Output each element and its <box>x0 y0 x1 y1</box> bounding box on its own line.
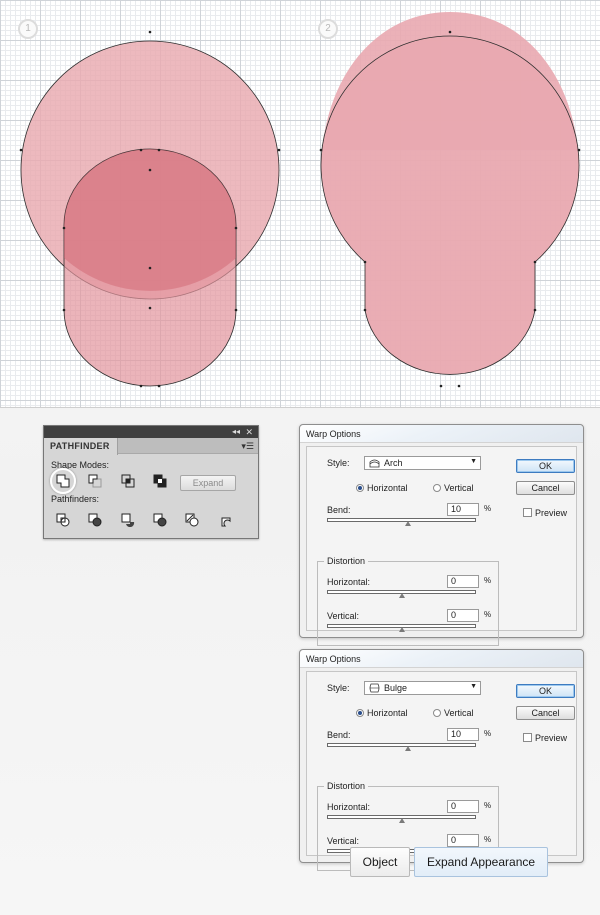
vertical-radio-label: Vertical <box>444 708 474 718</box>
distortion-horizontal-thumb[interactable] <box>399 818 405 823</box>
bend-unit: % <box>484 729 492 738</box>
bend-slider-thumb[interactable] <box>405 746 411 751</box>
united-shape <box>320 35 580 375</box>
bend-input[interactable]: 10 <box>447 728 479 741</box>
distortion-horizontal-input[interactable]: 0 <box>447 575 479 588</box>
intersect-icon[interactable] <box>119 472 137 490</box>
horizontal-radio[interactable] <box>356 484 364 492</box>
chevron-down-icon: ▼ <box>470 458 477 465</box>
exclude-icon[interactable] <box>151 472 169 490</box>
crop-icon[interactable] <box>151 511 169 529</box>
warp-options-dialog-bulge: Warp Options Style: Bulge ▼ Horizontal V… <box>299 649 584 871</box>
horizontal-radio-label: Horizontal <box>367 483 408 493</box>
pathfinders-label: Pathfinders: <box>51 494 100 504</box>
horizontal-radio[interactable] <box>356 709 364 717</box>
bend-input[interactable]: 10 <box>447 503 479 516</box>
bend-label: Bend: <box>327 730 351 740</box>
tab-pathfinder[interactable]: PATHFINDER <box>44 438 118 455</box>
horizontal-radio-label: Horizontal <box>367 708 408 718</box>
unite-icon[interactable] <box>54 472 72 490</box>
ok-button[interactable]: OK <box>516 459 575 473</box>
distortion-vertical-unit: % <box>484 835 492 844</box>
preview-checkbox[interactable] <box>523 508 532 517</box>
warp-options-dialog-arch: Warp Options Style: Arch ▼ Horizontal Ve… <box>299 424 584 646</box>
distortion-vertical-label: Vertical: <box>327 611 360 621</box>
panel-tab-row: PATHFINDER ▾☰ <box>44 438 258 455</box>
style-dropdown[interactable]: Bulge ▼ <box>364 681 481 695</box>
bend-label: Bend: <box>327 505 351 515</box>
distortion-vertical-input[interactable]: 0 <box>447 834 479 847</box>
bend-slider[interactable] <box>327 518 476 522</box>
distortion-horizontal-unit: % <box>484 576 492 585</box>
distortion-vertical-unit: % <box>484 610 492 619</box>
vertical-radio-label: Vertical <box>444 483 474 493</box>
collapse-icon[interactable]: ◂◂ <box>232 426 240 438</box>
style-value: Arch <box>384 458 403 468</box>
outline-icon[interactable] <box>183 511 201 529</box>
pathfinder-panel: ◂◂ ✕ PATHFINDER ▾☰ Shape Modes: Expand P… <box>43 425 259 539</box>
ok-button[interactable]: OK <box>516 684 575 698</box>
minus-front-icon[interactable] <box>86 472 104 490</box>
cancel-button[interactable]: Cancel <box>516 481 575 495</box>
distortion-horizontal-label: Horizontal: <box>327 577 371 587</box>
style-label: Style: <box>327 458 350 468</box>
style-dropdown[interactable]: Arch ▼ <box>364 456 481 470</box>
distortion-vertical-thumb[interactable] <box>399 627 405 632</box>
distortion-label: Distortion <box>324 556 369 566</box>
panel-menu-icon[interactable]: ▾☰ <box>241 440 254 452</box>
minus-back-icon[interactable] <box>215 511 233 529</box>
dialog-body: Style: Bulge ▼ Horizontal Vertical Bend:… <box>306 671 577 871</box>
merge-icon[interactable] <box>119 511 137 529</box>
dialog-title: Warp Options <box>306 654 361 664</box>
dialog-title: Warp Options <box>306 429 361 439</box>
object-menu-button[interactable]: Object <box>350 847 410 877</box>
distortion-group: Distortion Horizontal: 0 % Vertical: 0 % <box>317 556 499 646</box>
expand-button[interactable]: Expand <box>180 475 236 491</box>
style-label: Style: <box>327 683 350 693</box>
preview-label: Preview <box>535 508 568 518</box>
trim-icon[interactable] <box>86 511 104 529</box>
style-value: Bulge <box>384 683 408 693</box>
distortion-horizontal-unit: % <box>484 801 492 810</box>
divide-icon[interactable] <box>54 511 72 529</box>
illustration <box>19 12 581 388</box>
bend-unit: % <box>484 504 492 513</box>
dialog-titlebar[interactable]: Warp Options <box>300 650 583 668</box>
preview-label: Preview <box>535 733 568 743</box>
dialog-body: Style: Arch ▼ Horizontal Vertical Bend: … <box>306 446 577 646</box>
chevron-down-icon: ▼ <box>470 683 477 690</box>
cancel-button[interactable]: Cancel <box>516 706 575 720</box>
preview-checkbox[interactable] <box>523 733 532 742</box>
expand-appearance-button[interactable]: Expand Appearance <box>414 847 548 877</box>
distortion-horizontal-label: Horizontal: <box>327 802 371 812</box>
dialog-titlebar[interactable]: Warp Options <box>300 425 583 443</box>
distortion-horizontal-input[interactable]: 0 <box>447 800 479 813</box>
distortion-label: Distortion <box>324 781 369 791</box>
distortion-vertical-label: Vertical: <box>327 836 360 846</box>
object-menu-bar: Object Expand Appearance <box>350 847 550 877</box>
arch-icon <box>369 458 380 470</box>
bulge-icon <box>369 683 380 695</box>
vertical-radio[interactable] <box>433 484 441 492</box>
panel-titlebar[interactable]: ◂◂ ✕ <box>44 426 258 438</box>
bend-slider[interactable] <box>327 743 476 747</box>
bend-slider-thumb[interactable] <box>405 521 411 526</box>
vertical-radio[interactable] <box>433 709 441 717</box>
artboard-canvas: 1 2 <box>0 0 600 408</box>
distortion-vertical-input[interactable]: 0 <box>447 609 479 622</box>
close-icon[interactable]: ✕ <box>245 426 253 438</box>
distortion-horizontal-thumb[interactable] <box>399 593 405 598</box>
